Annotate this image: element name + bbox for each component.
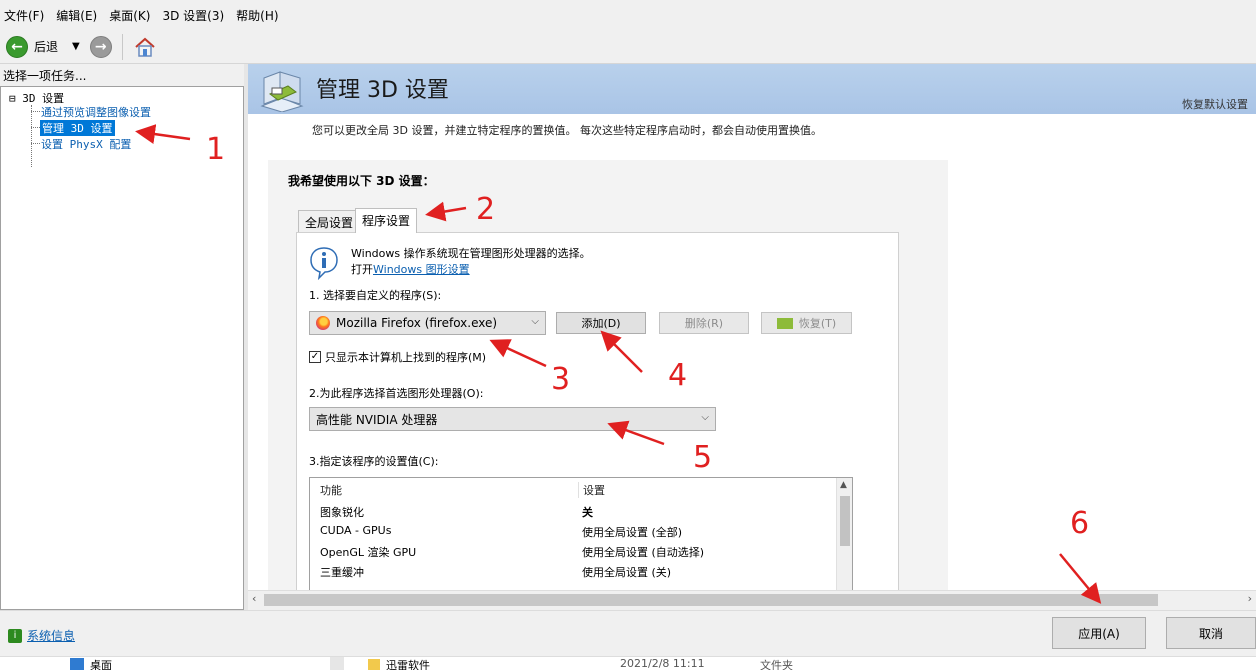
checkbox-box[interactable]: ✓ — [309, 351, 321, 363]
step1-label: 1. 选择要自定义的程序(S): — [309, 289, 442, 302]
folder-icon — [368, 659, 380, 670]
toolbar-separator — [121, 33, 123, 60]
windows-graphics-settings-link[interactable]: Windows 图形设置 — [373, 263, 470, 276]
horizontal-scrollbar[interactable]: ‹ › — [248, 590, 1256, 608]
column-header-setting[interactable]: 设置 — [578, 482, 605, 498]
firefox-icon — [316, 316, 330, 330]
setting-cell: 使用全局设置 (关) — [582, 566, 672, 579]
menu-file[interactable]: 文件(F) — [4, 7, 44, 24]
table-row[interactable]: 三重缓冲 使用全局设置 (关) — [310, 562, 836, 582]
bg-divider — [330, 657, 344, 670]
table-scrollbar[interactable]: ▲ — [836, 478, 852, 590]
tab-global-settings[interactable]: 全局设置 — [298, 210, 361, 232]
toolbar: ← 后退 ▼ → — [0, 30, 1256, 64]
tab-program-settings[interactable]: 程序设置 — [355, 208, 418, 233]
tree-item-physx[interactable]: 设置 PhysX 配置 — [41, 136, 131, 152]
tree-item-preview-adjust[interactable]: 通过预览调整图像设置 — [41, 104, 151, 120]
page-description: 您可以更改全局 3D 设置，并建立特定程序的置换值。 每次这些特定程序启动时，都… — [312, 124, 822, 137]
tree-item-manage-3d[interactable]: 管理 3D 设置 — [40, 120, 115, 136]
settings-group: 我希望使用以下 3D 设置： 全局设置 程序设置 Windows 操作系统现在管… — [268, 160, 948, 590]
nvidia-icon — [776, 317, 793, 329]
hscroll-thumb[interactable] — [264, 594, 1158, 606]
add-program-button[interactable]: 添加(D) — [556, 312, 646, 334]
menu-help[interactable]: 帮助(H) — [236, 7, 278, 24]
menu-desktop[interactable]: 桌面(K) — [109, 7, 150, 24]
back-arrow-icon[interactable]: ← — [6, 35, 28, 58]
menu-bar: 文件(F) 编辑(E) 桌面(K) 3D 设置(3) 帮助(H) — [0, 0, 1256, 30]
feature-cell: 三重缓冲 — [320, 566, 364, 579]
annotation-number-5: 5 — [693, 440, 713, 475]
settings-group-title: 我希望使用以下 3D 设置： — [288, 174, 435, 188]
annotation-number-3: 3 — [551, 362, 571, 397]
graphics-processor-select[interactable]: 高性能 NVIDIA 处理器 ⌵ — [309, 407, 716, 431]
desktop-folder-icon — [70, 658, 84, 670]
setting-cell: 使用全局设置 (自动选择) — [582, 546, 705, 559]
cancel-button[interactable]: 取消 — [1166, 617, 1256, 649]
menu-3d-settings[interactable]: 3D 设置(3) — [162, 7, 224, 24]
back-button-label[interactable]: 后退 — [34, 38, 58, 55]
restore-program-label: 恢复(T) — [798, 317, 837, 330]
task-panel-header: 选择一项任务... — [3, 69, 87, 83]
table-row[interactable]: CUDA - GPUs 使用全局设置 (全部) — [310, 522, 836, 542]
info-icon — [310, 247, 338, 280]
scroll-right-icon[interactable]: › — [1248, 592, 1252, 605]
system-info-link[interactable]: 系统信息 — [27, 627, 75, 644]
program-select-value: Mozilla Firefox (firefox.exe) — [336, 316, 498, 330]
annotation-number-2: 2 — [476, 192, 496, 227]
content-panel: 管理 3D 设置 恢复默认设置 您可以更改全局 3D 设置，并建立特定程序的置换… — [248, 64, 1256, 590]
page-banner: 管理 3D 设置 恢复默认设置 — [248, 64, 1256, 114]
bg-folder-name: 迅雷软件 — [386, 659, 430, 670]
system-info-icon: i — [8, 628, 22, 643]
table-row[interactable]: 图象锐化 关 — [310, 502, 836, 522]
info-line: Windows 操作系统现在管理图形处理器的选择。 — [351, 247, 591, 260]
apply-button[interactable]: 应用(A) — [1052, 617, 1146, 649]
home-icon[interactable] — [133, 35, 157, 59]
footer-bar: i 系统信息 应用(A) 取消 — [0, 610, 1256, 656]
step2-label: 2.为此程序选择首选图形处理器(O): — [309, 387, 484, 400]
chevron-down-icon: ⌵ — [531, 316, 539, 327]
bg-desktop-label: 桌面 — [90, 659, 112, 670]
menu-edit[interactable]: 编辑(E) — [56, 7, 97, 24]
restore-program-button[interactable]: 恢复(T) — [761, 312, 852, 334]
setting-cell: 关 — [582, 506, 593, 519]
tree-line — [31, 111, 40, 112]
background-explorer-strip: 桌面 迅雷软件 2021/2/8 11:11 文件夹 — [0, 656, 1256, 670]
tree-line — [31, 127, 40, 128]
column-header-feature[interactable]: 功能 — [320, 482, 342, 498]
show-local-programs-checkbox[interactable]: ✓ 只显示本计算机上找到的程序(M) — [309, 349, 486, 365]
page-title: 管理 3D 设置 — [316, 78, 449, 103]
program-settings-panel: Windows 操作系统现在管理图形处理器的选择。 打开Windows 图形设置… — [296, 232, 899, 590]
system-info[interactable]: i 系统信息 — [8, 627, 75, 644]
checkbox-label: 只显示本计算机上找到的程序(M) — [325, 351, 487, 364]
tree-line — [31, 143, 40, 144]
back-dropdown-icon[interactable]: ▼ — [72, 41, 80, 52]
bg-folder-type: 文件夹 — [760, 659, 793, 670]
remove-program-button[interactable]: 删除(R) — [659, 312, 749, 334]
annotation-number-6: 6 — [1070, 506, 1090, 541]
tree-line — [31, 105, 32, 167]
restore-defaults-link[interactable]: 恢复默认设置 — [1182, 96, 1248, 112]
scroll-up-icon[interactable]: ▲ — [840, 480, 847, 490]
graphics-processor-value: 高性能 NVIDIA 处理器 — [316, 412, 438, 427]
feature-cell: OpenGL 渲染 GPU — [320, 546, 417, 559]
annotation-number-1: 1 — [206, 132, 226, 167]
nvidia-3d-settings-icon — [260, 71, 304, 112]
feature-cell: 图象锐化 — [320, 506, 364, 519]
info-prefix: 打开 — [351, 263, 373, 276]
forward-arrow-icon[interactable]: → — [89, 35, 112, 58]
scrollbar-thumb[interactable] — [840, 496, 850, 546]
step3-label: 3.指定该程序的设置值(C): — [309, 455, 439, 468]
table-row[interactable]: OpenGL 渲染 GPU 使用全局设置 (自动选择) — [310, 542, 836, 562]
annotation-number-4: 4 — [668, 358, 688, 393]
program-settings-table: 功能 设置 图象锐化 关 CUDA - GPUs 使用全局设置 (全部) Ope… — [309, 477, 853, 590]
scroll-left-icon[interactable]: ‹ — [252, 592, 256, 605]
bg-folder-date: 2021/2/8 11:11 — [620, 657, 705, 670]
info-text: Windows 操作系统现在管理图形处理器的选择。 打开Windows 图形设置 — [351, 246, 591, 278]
feature-cell: CUDA - GPUs — [320, 524, 392, 537]
program-select[interactable]: Mozilla Firefox (firefox.exe) ⌵ — [309, 311, 546, 335]
chevron-down-icon: ⌵ — [701, 412, 709, 423]
setting-cell: 使用全局设置 (全部) — [582, 526, 683, 539]
